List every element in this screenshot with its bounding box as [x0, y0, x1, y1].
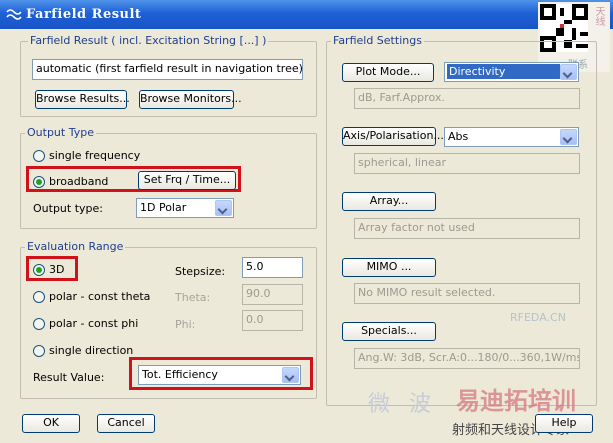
- farfield-result-dialog: Farfield Result 联系 天线 Farfield Result ( …: [0, 0, 613, 443]
- array-info: Array factor not used: [354, 218, 580, 239]
- plot-mode-value: Directivity: [447, 64, 560, 79]
- result-value-label: Result Value:: [33, 371, 105, 384]
- theta-label: Theta:: [175, 291, 211, 304]
- cn-watermark-left: 微 波: [368, 392, 437, 417]
- single-direction-label[interactable]: single direction: [49, 344, 133, 357]
- plot-mode-select[interactable]: Directivity: [444, 62, 579, 82]
- title-bar[interactable]: Farfield Result: [0, 0, 613, 29]
- 3d-radio[interactable]: [33, 264, 45, 276]
- cancel-button[interactable]: Cancel: [97, 414, 155, 433]
- axis-value: Abs: [448, 130, 469, 143]
- rfeda-watermark: RFEDA.CN: [510, 311, 566, 324]
- farfield-result-group-title: Farfield Result ( incl. Excitation Strin…: [28, 34, 269, 47]
- 3d-label[interactable]: 3D: [49, 263, 64, 276]
- polar-const-phi-label[interactable]: polar - const phi: [49, 317, 138, 330]
- single-frequency-radio[interactable]: [33, 150, 45, 162]
- help-button[interactable]: Help: [535, 414, 593, 433]
- axis-polarisation-button[interactable]: Axis/Polarisation...: [342, 127, 444, 146]
- output-type-group-title: Output Type: [25, 126, 96, 139]
- result-value-select[interactable]: Tot. Efficiency: [138, 365, 301, 385]
- polar-const-phi-radio[interactable]: [33, 318, 45, 330]
- farfield-result-field[interactable]: automatic (first farfield result in navi…: [32, 59, 303, 80]
- cn-logo-watermark: 易迪拓培训: [456, 386, 576, 415]
- polar-const-theta-radio[interactable]: [33, 291, 45, 303]
- polar-const-theta-label[interactable]: polar - const theta: [49, 290, 150, 303]
- browse-monitors-button[interactable]: Browse Monitors...: [139, 90, 242, 109]
- specials-info: Ang.W: 3dB, Scr.A:0...180/0...360,1W/ms: [354, 348, 580, 369]
- output-type-value: 1D Polar: [140, 201, 187, 214]
- chevron-down-icon[interactable]: [560, 129, 577, 145]
- window-title: Farfield Result: [26, 7, 142, 22]
- output-type-select[interactable]: 1D Polar: [136, 198, 234, 218]
- broadband-label[interactable]: broadband: [49, 175, 108, 188]
- broadband-radio[interactable]: [33, 176, 45, 188]
- specials-button[interactable]: Specials...: [342, 322, 436, 341]
- ok-button[interactable]: OK: [22, 414, 80, 433]
- chevron-down-icon[interactable]: [560, 64, 577, 80]
- plot-mode-button[interactable]: Plot Mode...: [342, 63, 434, 82]
- theta-field: 90.0: [242, 284, 303, 305]
- side-watermark: 天线: [593, 6, 604, 26]
- axis-info: spherical, linear: [354, 153, 580, 174]
- single-frequency-label[interactable]: single frequency: [49, 149, 140, 162]
- plot-mode-info: dB, Farf.Approx.: [354, 88, 580, 109]
- result-value-text: Tot. Efficiency: [142, 368, 218, 381]
- axis-select[interactable]: Abs: [444, 127, 579, 147]
- output-type-label: Output type:: [33, 202, 103, 215]
- phi-field: 0.0: [242, 310, 303, 331]
- stepsize-label: Stepsize:: [175, 265, 226, 278]
- set-frq-time-button[interactable]: Set Frq / Time...: [138, 171, 236, 190]
- chevron-down-icon[interactable]: [282, 367, 299, 383]
- browse-results-button[interactable]: Browse Results...: [35, 90, 130, 109]
- app-wave-icon: [6, 9, 22, 20]
- evaluation-range-group-title: Evaluation Range: [25, 240, 126, 253]
- mimo-button[interactable]: MIMO ...: [342, 258, 436, 277]
- farfield-settings-group-title: Farfield Settings: [331, 34, 424, 47]
- single-direction-radio[interactable]: [33, 345, 45, 357]
- array-button[interactable]: Array...: [342, 192, 436, 211]
- stepsize-field[interactable]: 5.0: [242, 257, 303, 278]
- mimo-info: No MIMO result selected.: [354, 283, 580, 304]
- chevron-down-icon[interactable]: [215, 200, 232, 216]
- phi-label: Phi:: [175, 318, 196, 331]
